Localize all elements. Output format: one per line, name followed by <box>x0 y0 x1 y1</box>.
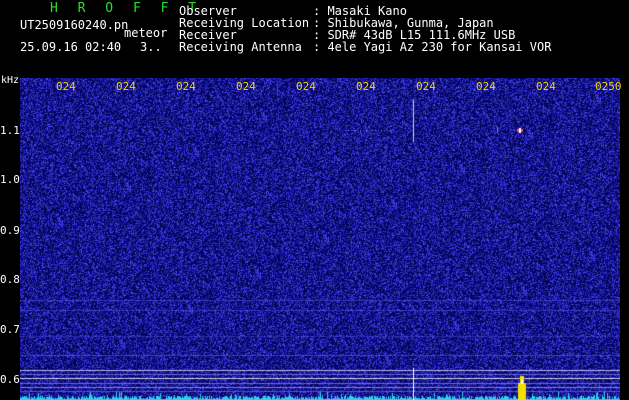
time-tick-6: 024 <box>356 80 376 93</box>
counter-label: 3.. <box>140 40 162 54</box>
time-tick-8: 024 <box>476 80 496 93</box>
header-panel: H R O F F T UT2509160240.pn meteor 25.09… <box>0 0 629 78</box>
y-tick-0.9: 0.9 <box>0 224 20 237</box>
time-tick-5: 024 <box>296 80 316 93</box>
unit-label: kHz <box>1 75 20 86</box>
time-tick-3: 024 <box>176 80 196 93</box>
time-tick-9: 024 <box>536 80 556 93</box>
y-tick-1.1: 1.1 <box>0 124 20 137</box>
filename-label: UT2509160240.pn <box>20 18 129 32</box>
time-tick-4: 024 <box>236 80 256 93</box>
y-tick-0.6: 0.6 <box>0 373 20 386</box>
spectrogram-canvas <box>20 78 620 400</box>
right-margin <box>620 78 629 400</box>
y-tick-0.8: 0.8 <box>0 273 20 286</box>
time-tick-10: 0250 <box>595 80 622 93</box>
antenna-value: : 4ele Yagi Az 230 for Kansai VOR <box>313 40 552 54</box>
meteor-tag: meteor <box>124 26 168 40</box>
time-tick-7: 024 <box>416 80 436 93</box>
time-tick-2: 024 <box>116 80 136 93</box>
y-tick-0.7: 0.7 <box>0 323 20 336</box>
y-tick-1.0: 1.0 <box>0 173 20 186</box>
antenna-key: Receiving Antenna <box>179 40 302 54</box>
timestamp-label: 25.09.16 02:40 <box>20 40 122 54</box>
time-tick-1: 024 <box>56 80 76 93</box>
